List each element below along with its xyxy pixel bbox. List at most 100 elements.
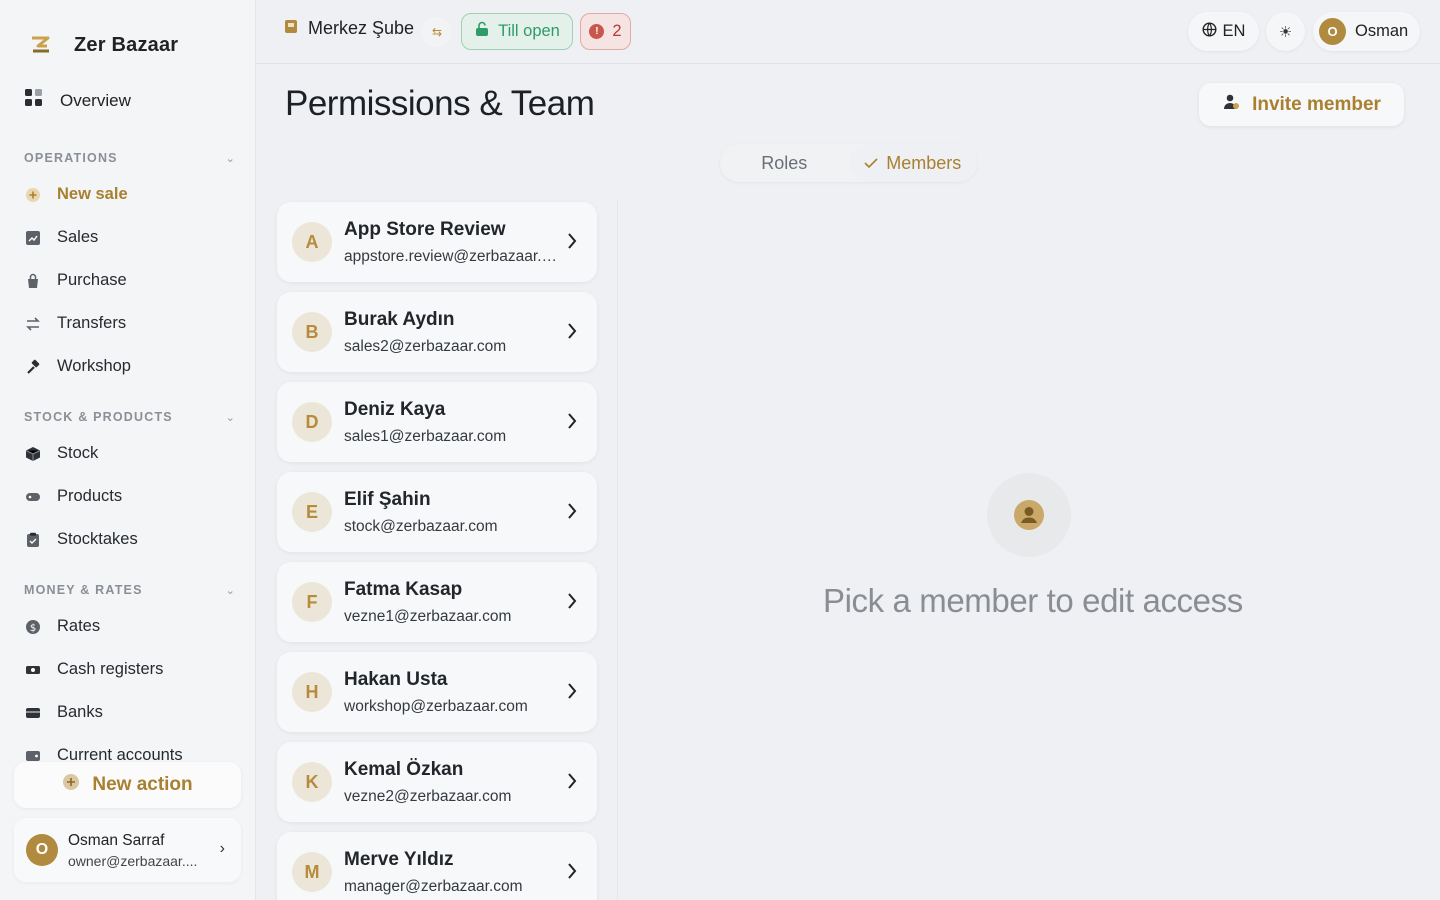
zer-bazaar-logo-icon <box>24 28 58 62</box>
alerts-badge[interactable]: ! 2 <box>580 13 631 50</box>
user-plus-icon <box>1222 93 1240 117</box>
user-placeholder-icon <box>987 473 1071 557</box>
till-status-label: Till open <box>498 22 560 40</box>
branch-selector[interactable]: Merkez Şube <box>284 18 414 39</box>
member-name: Elif Şahin <box>344 489 431 510</box>
switch-branch-button[interactable]: ⇆ <box>422 17 452 47</box>
member-email: workshop@zerbazaar.com <box>344 698 528 715</box>
sidebar-item-label: New sale <box>57 185 128 203</box>
chevron-right-icon <box>567 592 577 615</box>
section-title: MONEY & RATES <box>24 583 143 597</box>
avatar: H <box>292 672 332 712</box>
member-card[interactable]: F Fatma Kasap vezne1@zerbazaar.com <box>277 562 597 642</box>
chevron-down-icon: ⌄ <box>225 152 236 165</box>
sidebar-item-label: Overview <box>60 90 131 110</box>
member-card[interactable]: H Hakan Usta workshop@zerbazaar.com <box>277 652 597 732</box>
sidebar-item-purchase[interactable]: Purchase <box>24 271 127 290</box>
svg-text:$: $ <box>29 623 35 634</box>
tag-icon <box>24 488 41 505</box>
sidebar-item-label: Stocktakes <box>57 530 138 548</box>
cash-icon <box>24 661 41 678</box>
sidebar-item-workshop[interactable]: Workshop <box>24 357 131 376</box>
sidebar-item-products[interactable]: Products <box>24 487 122 506</box>
box-icon <box>24 445 41 462</box>
member-name: Fatma Kasap <box>344 579 463 600</box>
chevron-right-icon <box>567 232 577 255</box>
unlock-icon <box>474 21 490 42</box>
user-email: owner@zerbazaar.... <box>68 852 198 869</box>
avatar: D <box>292 402 332 442</box>
user-name: Osman Sarraf <box>68 831 165 849</box>
tab-members[interactable]: Members <box>848 144 977 182</box>
sidebar-item-cash-registers[interactable]: Cash registers <box>24 660 163 679</box>
profile-menu[interactable]: O Osman <box>1313 12 1420 51</box>
user-account-card[interactable]: O Osman Sarraf owner@zerbazaar.... › <box>14 818 241 882</box>
sidebar-item-label: Banks <box>57 703 103 721</box>
new-action-button[interactable]: New action <box>14 762 241 808</box>
branch-name: Merkez Şube <box>308 18 415 38</box>
till-status-badge[interactable]: Till open <box>461 13 573 50</box>
member-name: Merve Yıldız <box>344 849 454 870</box>
chevron-right-icon <box>567 502 577 525</box>
plus-circle-icon <box>24 186 41 203</box>
chevron-right-icon <box>567 412 577 435</box>
member-name: Hakan Usta <box>344 669 448 690</box>
invite-member-label: Invite member <box>1252 93 1381 115</box>
list-divider <box>617 200 618 900</box>
member-email: vezne1@zerbazaar.com <box>344 608 512 625</box>
sidebar-item-banks[interactable]: Banks <box>24 703 103 722</box>
section-header-operations[interactable]: OPERATIONS ⌄ <box>24 151 236 165</box>
avatar: K <box>292 762 332 802</box>
theme-toggle[interactable]: ☀ <box>1266 12 1305 51</box>
member-name: App Store Review <box>344 219 506 240</box>
view-tabs: Roles Members <box>720 144 977 182</box>
member-email: vezne2@zerbazaar.com <box>344 788 512 805</box>
member-email: sales1@zerbazaar.com <box>344 428 507 445</box>
avatar: F <box>292 582 332 622</box>
plus-circle-icon <box>62 773 80 797</box>
sidebar-item-stocktakes[interactable]: Stocktakes <box>24 530 138 549</box>
chevron-right-icon <box>567 322 577 345</box>
sidebar-item-label: Workshop <box>57 357 131 375</box>
sidebar-item-label: Sales <box>57 228 99 246</box>
sidebar-item-stock[interactable]: Stock <box>24 444 98 463</box>
section-header-money-rates[interactable]: MONEY & RATES ⌄ <box>24 583 236 597</box>
chevron-right-icon: › <box>219 840 225 857</box>
avatar: M <box>292 852 332 892</box>
language-selector[interactable]: EN <box>1188 12 1259 51</box>
avatar: E <box>292 492 332 532</box>
sidebar-item-label: Purchase <box>57 271 127 289</box>
tab-label: Roles <box>761 152 808 173</box>
chevron-down-icon: ⌄ <box>225 584 236 597</box>
member-card[interactable]: E Elif Şahin stock@zerbazaar.com <box>277 472 597 552</box>
member-name: Kemal Özkan <box>344 759 464 780</box>
member-card[interactable]: D Deniz Kaya sales1@zerbazaar.com <box>277 382 597 462</box>
member-card[interactable]: A App Store Review appstore.review@zerba… <box>277 202 597 282</box>
sidebar-item-label: Transfers <box>57 314 127 332</box>
avatar: A <box>292 222 332 262</box>
sidebar-item-transfers[interactable]: Transfers <box>24 314 126 333</box>
bag-icon <box>24 272 41 289</box>
chart-icon <box>24 229 41 246</box>
avatar: O <box>26 834 58 866</box>
sidebar-item-label: Cash registers <box>57 660 164 678</box>
chevron-right-icon <box>567 682 577 705</box>
member-card[interactable]: K Kemal Özkan vezne2@zerbazaar.com <box>277 742 597 822</box>
dollar-icon: $ <box>24 618 41 635</box>
profile-name: Osman <box>1355 22 1409 40</box>
section-header-stock-products[interactable]: STOCK & PRODUCTS ⌄ <box>24 410 236 424</box>
section-title: STOCK & PRODUCTS <box>24 410 173 424</box>
member-card[interactable]: B Burak Aydın sales2@zerbazaar.com <box>277 292 597 372</box>
check-icon <box>864 153 878 174</box>
sidebar-item-sales[interactable]: Sales <box>24 228 98 247</box>
empty-state-message: Pick a member to edit access <box>823 582 1243 619</box>
chevron-right-icon <box>567 772 577 795</box>
sidebar-item-new-sale[interactable]: New sale <box>24 185 128 204</box>
brand[interactable]: Zer Bazaar <box>24 28 178 62</box>
tab-roles[interactable]: Roles <box>720 144 849 182</box>
member-card[interactable]: M Merve Yıldız manager@zerbazaar.com <box>277 832 597 900</box>
member-email: sales2@zerbazaar.com <box>344 338 507 355</box>
invite-member-button[interactable]: Invite member <box>1199 83 1404 126</box>
sidebar-item-overview[interactable]: Overview <box>24 88 131 113</box>
sidebar-item-rates[interactable]: $ Rates <box>24 617 100 636</box>
